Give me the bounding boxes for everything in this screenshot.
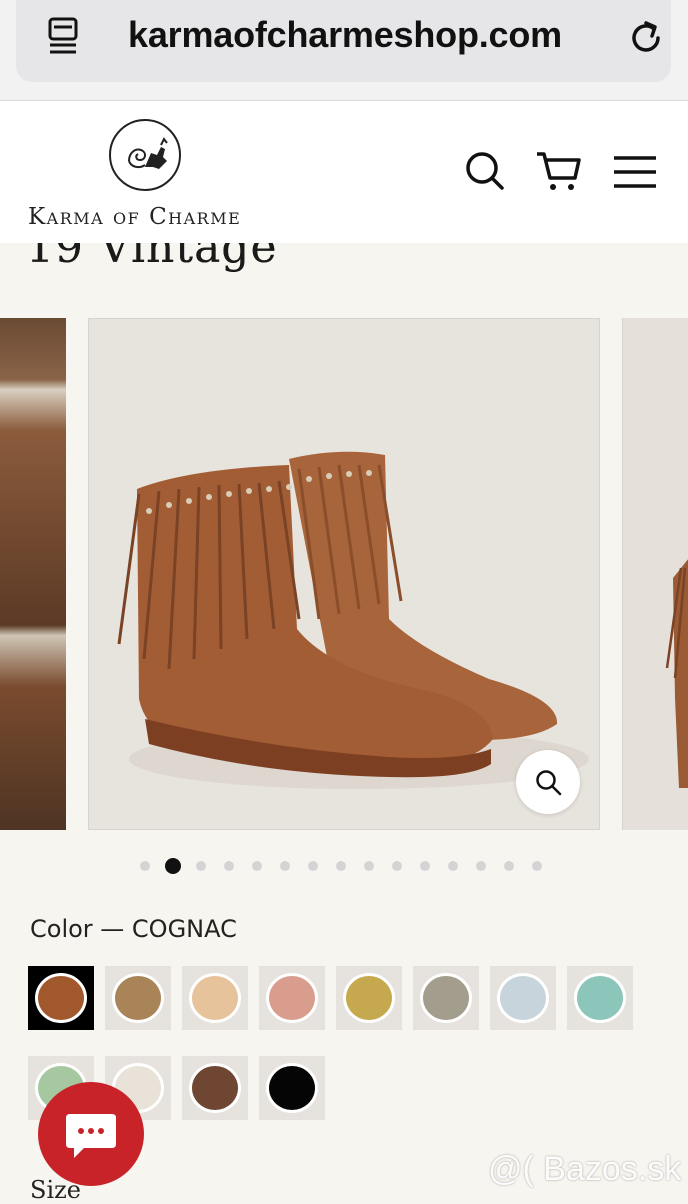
cart-icon[interactable] xyxy=(535,148,583,196)
gallery-dot[interactable] xyxy=(308,861,318,871)
url-text[interactable]: karmaofcharmeshop.com xyxy=(128,14,562,56)
gallery-dot[interactable] xyxy=(420,861,430,871)
zoom-button[interactable] xyxy=(516,750,580,814)
gallery-dot[interactable] xyxy=(392,861,402,871)
color-swatch[interactable] xyxy=(413,966,479,1030)
menu-icon[interactable] xyxy=(611,148,659,196)
page-menu-icon[interactable] xyxy=(46,16,86,56)
gallery-dot[interactable] xyxy=(364,861,374,871)
site-header-front: Karma of Charme xyxy=(0,101,688,243)
logo-text[interactable]: Karma of Charme xyxy=(28,204,241,230)
color-swatch[interactable] xyxy=(105,966,171,1030)
color-swatch[interactable] xyxy=(490,966,556,1030)
gallery-dot[interactable] xyxy=(336,861,346,871)
gallery-slide-current[interactable] xyxy=(88,318,600,830)
gallery-dot[interactable] xyxy=(224,861,234,871)
gallery-dot[interactable] xyxy=(196,861,206,871)
logo-icon[interactable] xyxy=(107,117,183,193)
watermark: @( Bazos.sk xyxy=(488,1150,682,1188)
color-swatch[interactable] xyxy=(28,966,94,1030)
gallery-pagination xyxy=(140,857,560,875)
color-swatch[interactable] xyxy=(259,1056,325,1120)
title-visible-area: 19 Vintage xyxy=(0,243,688,283)
chat-icon xyxy=(66,1114,116,1158)
color-label: Color — COGNAC xyxy=(30,915,237,943)
zoom-icon xyxy=(536,770,562,796)
gallery-dot[interactable] xyxy=(504,861,514,871)
reload-icon[interactable] xyxy=(624,14,668,58)
gallery-dot[interactable] xyxy=(280,861,290,871)
color-swatch[interactable] xyxy=(182,966,248,1030)
search-icon[interactable] xyxy=(462,148,510,196)
gallery-dot[interactable] xyxy=(140,861,150,871)
address-bar[interactable]: karmaofcharmeshop.com xyxy=(16,0,671,82)
chat-button[interactable] xyxy=(38,1082,144,1186)
gallery-slide-next[interactable] xyxy=(622,318,688,830)
gallery-slide-previous[interactable] xyxy=(0,318,66,830)
product-image xyxy=(117,451,589,789)
color-swatch[interactable] xyxy=(182,1056,248,1120)
gallery-dot[interactable] xyxy=(476,861,486,871)
gallery-dot[interactable] xyxy=(448,861,458,871)
color-swatch[interactable] xyxy=(336,966,402,1030)
color-swatch[interactable] xyxy=(567,966,633,1030)
product-title-visible: 19 Vintage xyxy=(26,243,278,273)
gallery-dot[interactable] xyxy=(252,861,262,871)
color-swatch[interactable] xyxy=(259,966,325,1030)
next-product-image xyxy=(665,559,688,788)
browser-toolbar: karmaofcharmeshop.com xyxy=(0,0,688,101)
gallery-dot[interactable] xyxy=(165,858,181,874)
gallery-dot[interactable] xyxy=(532,861,542,871)
